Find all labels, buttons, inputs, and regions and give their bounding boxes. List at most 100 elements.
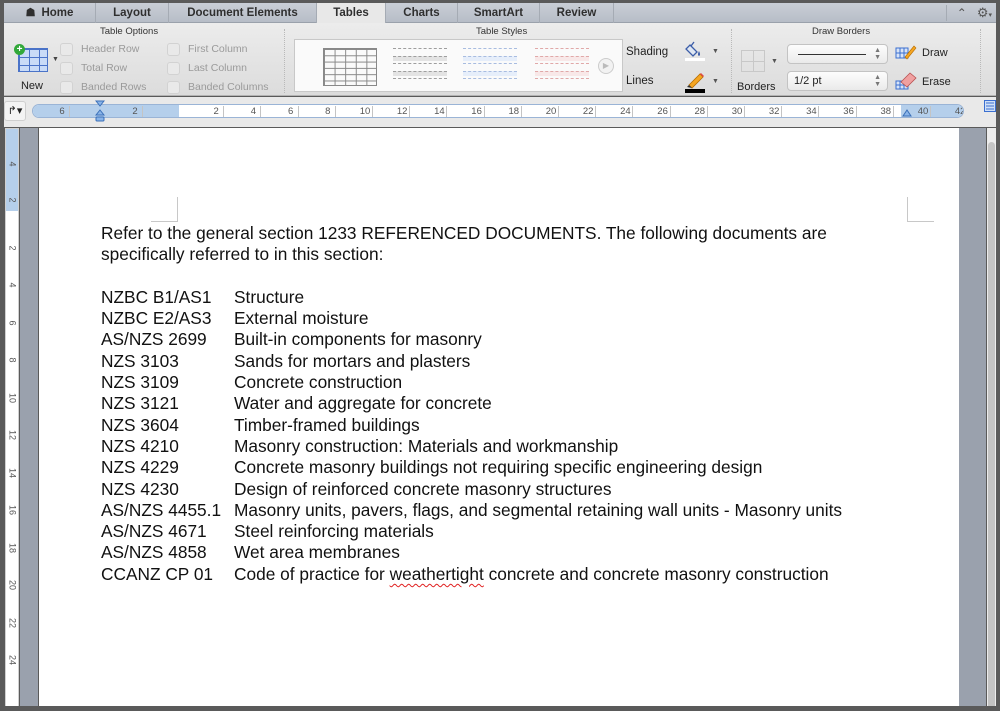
- eraser-icon[interactable]: [895, 72, 917, 90]
- table-options-title: Table Options: [100, 26, 159, 37]
- line-weight-value: 1/2 pt: [794, 75, 822, 87]
- line-weight-select[interactable]: 1/2 pt ▲ ▼: [787, 71, 888, 91]
- reference-row: NZS 3103 Sands for mortars and plasters: [101, 351, 901, 372]
- tab-layout[interactable]: Layout: [96, 3, 169, 23]
- reference-code: AS/NZS 4858: [101, 542, 207, 563]
- horizontal-ruler[interactable]: 6224681012141618202224262830323436384042: [32, 104, 964, 118]
- tab-home-label: Home: [41, 7, 74, 19]
- document-page[interactable]: Refer to the general section 1233 REFERE…: [39, 128, 959, 711]
- ruler-tick-label: 4: [7, 282, 18, 288]
- option-label: Banded Rows: [81, 81, 147, 93]
- banded-columns-checkbox[interactable]: Banded Columns: [167, 79, 269, 95]
- divider: [945, 5, 947, 21]
- home-icon: ☗: [25, 7, 36, 19]
- ruler-view-icon[interactable]: [984, 100, 996, 112]
- stepper-icon[interactable]: ▲ ▼: [874, 47, 881, 61]
- checkbox[interactable]: [167, 61, 180, 75]
- gallery-next-icon[interactable]: ▶: [598, 58, 614, 74]
- right-indent-marker-icon[interactable]: [902, 109, 912, 117]
- checkbox[interactable]: [167, 80, 180, 94]
- reference-title: Built-in components for masonry: [234, 329, 482, 350]
- reference-code: CCANZ CP 01: [101, 563, 214, 584]
- borders-label: Borders: [737, 81, 776, 93]
- table-style-gray[interactable]: [393, 48, 447, 86]
- last-column-checkbox[interactable]: Last Column: [167, 60, 247, 76]
- borders-icon[interactable]: [741, 50, 765, 72]
- total-row-checkbox[interactable]: Total Row: [60, 60, 127, 76]
- draw-table-icon[interactable]: [895, 44, 917, 62]
- lines-dropdown-icon[interactable]: ▼: [712, 78, 719, 85]
- pen-color-icon[interactable]: [684, 71, 706, 93]
- checkbox[interactable]: [60, 80, 73, 94]
- document-body[interactable]: Refer to the general section 1233 REFERE…: [101, 223, 901, 585]
- reference-code: NZS 3103: [101, 350, 179, 371]
- banded-rows-checkbox[interactable]: Banded Rows: [60, 79, 146, 95]
- gear-icon[interactable]: ⚙▾: [977, 5, 992, 21]
- paint-bucket-icon[interactable]: [684, 41, 706, 61]
- reference-code: NZBC E2/AS3: [101, 308, 212, 329]
- reference-row: NZS 4230 Design of reinforced concrete ma…: [101, 479, 901, 500]
- reference-row: NZS 3121 Water and aggregate for concrete: [101, 393, 901, 414]
- spelling-error-word[interactable]: weathertight: [390, 564, 484, 584]
- reference-title: Structure: [234, 286, 305, 307]
- table-styles-gallery: ▶: [294, 39, 623, 92]
- stepper-icon[interactable]: ▲ ▼: [874, 74, 881, 88]
- table-style-blue[interactable]: [463, 48, 517, 86]
- ruler-tick-label: 42: [954, 106, 963, 117]
- tab-home[interactable]: ☗ Home: [4, 3, 96, 23]
- ruler-tick-mark: [855, 106, 857, 117]
- reference-title: Masonry construction: Materials and work…: [234, 435, 619, 456]
- ruler-tick-label: 18: [7, 542, 18, 553]
- indent-marker-icon[interactable]: [95, 100, 105, 126]
- ruler-tick-mark: [669, 106, 671, 117]
- tab-charts[interactable]: Charts: [386, 3, 458, 23]
- tab-document-elements[interactable]: Document Elements: [169, 3, 317, 23]
- reference-row: NZBC E2/AS3 External moisture: [101, 308, 901, 329]
- reference-code: AS/NZS 2699: [101, 329, 207, 350]
- scrollbar-thumb[interactable]: [988, 142, 995, 711]
- checkbox[interactable]: [60, 61, 73, 75]
- lines-label: Lines: [626, 75, 654, 87]
- draw-button[interactable]: Draw: [922, 47, 948, 59]
- reference-row: NZS 3604 Timber-framed buildings: [101, 415, 901, 436]
- new-table-button[interactable]: + ▼ New: [10, 43, 59, 95]
- vertical-ruler[interactable]: 4 2 2 4 6 8 10 12 14 16 18 20 22 24: [5, 128, 19, 708]
- ruler-tick-mark: [558, 106, 559, 117]
- reference-row: AS/NZS 2699 Built-in components for mason…: [101, 329, 901, 350]
- tab-review[interactable]: Review: [540, 3, 614, 23]
- crop-mark-top-right: [907, 197, 934, 222]
- first-column-checkbox[interactable]: First Column: [167, 41, 248, 57]
- reference-list: NZBC B1/AS1 Structure NZBC E2/AS3 External …: [101, 287, 901, 585]
- ruler-tick-label: 4: [7, 161, 18, 167]
- reference-row: NZS 4210 Masonry construction: Materials …: [101, 436, 901, 457]
- tab-stop-selector[interactable]: ↱▾: [4, 101, 26, 121]
- checkbox[interactable]: [167, 42, 180, 56]
- checkbox[interactable]: [60, 42, 73, 56]
- ruler-tick-label: 22: [7, 617, 18, 628]
- header-row-checkbox[interactable]: Header Row: [60, 41, 139, 57]
- borders-dropdown-icon[interactable]: ▼: [771, 58, 778, 65]
- erase-button[interactable]: Erase: [922, 76, 951, 88]
- reference-row: NZS 4229 Concrete masonry buildings not r…: [101, 457, 901, 478]
- reference-title: Design of reinforced concrete masonry st…: [234, 478, 612, 499]
- table-style-red[interactable]: [535, 48, 589, 86]
- shading-dropdown-icon[interactable]: ▼: [712, 48, 719, 55]
- new-table-label: New: [20, 80, 43, 92]
- reference-title: Steel reinforcing materials: [234, 521, 434, 542]
- tab-smartart[interactable]: SmartArt: [458, 3, 540, 23]
- ruler-tick-mark: [595, 106, 597, 117]
- group-divider: [284, 29, 285, 93]
- reference-row: AS/NZS 4671 Steel reinforcing materials: [101, 521, 901, 542]
- reference-code: NZBC B1/AS1: [101, 286, 212, 307]
- ribbon-tab-bar: ☗ Home Layout Document Elements Tables Ch…: [4, 3, 996, 24]
- line-style-select[interactable]: ▲ ▼: [787, 44, 888, 64]
- ruler-tick-label: 14: [7, 467, 18, 478]
- reference-row: AS/NZS 4455.1 Masonry units, pavers, flag…: [101, 500, 901, 521]
- reference-code: NZS 3109: [101, 372, 179, 393]
- table-style-grid[interactable]: [323, 48, 377, 86]
- tab-tables[interactable]: Tables: [316, 3, 386, 24]
- ruler-tick-mark: [223, 106, 225, 117]
- chevron-down-icon[interactable]: ▼: [52, 56, 59, 63]
- reference-title: Concrete construction: [234, 372, 403, 393]
- collapse-ribbon-icon[interactable]: ⌃: [957, 6, 967, 20]
